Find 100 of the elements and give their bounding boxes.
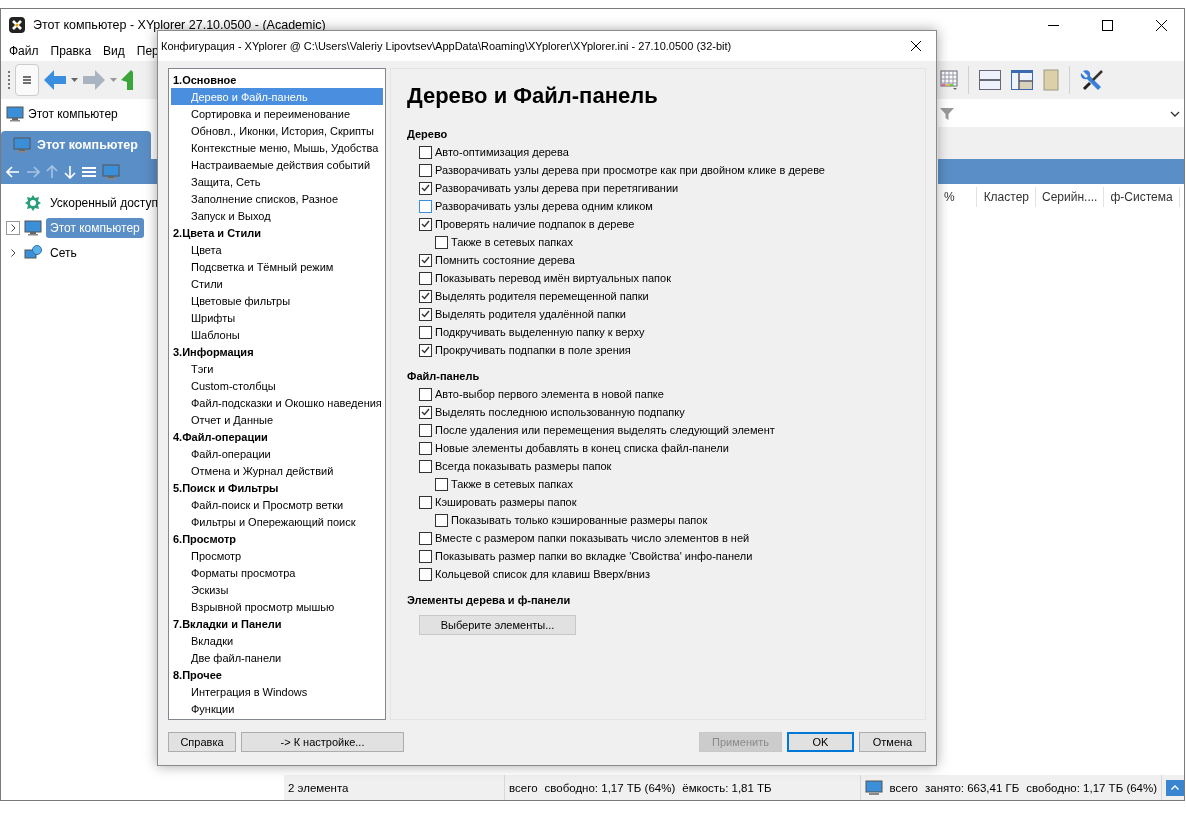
- checkbox-label: Всегда показывать размеры папок: [435, 460, 612, 472]
- app-logo-icon: [9, 17, 25, 33]
- category-heading[interactable]: 3.Информация: [171, 343, 383, 360]
- checkbox[interactable]: [419, 163, 432, 177]
- choose-elements-button[interactable]: Выберите элементы...: [419, 615, 576, 635]
- category-item[interactable]: Custom-столбцы: [171, 377, 383, 394]
- checkbox[interactable]: [419, 495, 432, 509]
- column-header[interactable]: ф-Система: [1104, 187, 1180, 207]
- category-item[interactable]: Вкладки: [171, 632, 383, 649]
- panel-layout-icon[interactable]: [1011, 70, 1033, 90]
- menu-item[interactable]: Файл: [3, 44, 45, 58]
- up-arrow-icon[interactable]: [121, 70, 133, 90]
- category-item[interactable]: Взрывной просмотр мышью: [171, 598, 383, 615]
- back-icon[interactable]: [6, 165, 20, 178]
- menu-item[interactable]: Правка: [44, 44, 98, 58]
- category-item[interactable]: Файл-операции: [171, 445, 383, 462]
- chevron-right-icon: [10, 248, 16, 257]
- category-heading[interactable]: 8.Прочее: [171, 666, 383, 683]
- checkbox[interactable]: [419, 567, 432, 581]
- checkbox[interactable]: [419, 253, 432, 267]
- monitor-icon: [6, 106, 24, 122]
- category-item[interactable]: Отмена и Журнал действий: [171, 462, 383, 479]
- category-heading[interactable]: 1.Основное: [171, 71, 383, 88]
- column-header[interactable]: Кластер: [977, 187, 1036, 207]
- checkbox-label: Выделять последнюю использованную подпапку: [435, 406, 685, 418]
- category-item[interactable]: Функции: [171, 700, 383, 717]
- checkbox[interactable]: [419, 181, 432, 195]
- dialog-button[interactable]: OK: [787, 732, 854, 752]
- category-item[interactable]: Отчет и Данные: [171, 411, 383, 428]
- category-heading[interactable]: 4.Файл-операции: [171, 428, 383, 445]
- checkbox[interactable]: [419, 531, 432, 545]
- dialog-button[interactable]: -> К настройке...: [241, 732, 404, 752]
- checkbox[interactable]: [419, 459, 432, 473]
- dialog-button[interactable]: Отмена: [859, 732, 926, 752]
- list-icon[interactable]: [82, 165, 96, 178]
- category-item[interactable]: Защита, Сеть: [171, 173, 383, 190]
- category-item[interactable]: Сортировка и переименование: [171, 105, 383, 122]
- category-heading[interactable]: 6.Просмотр: [171, 530, 383, 547]
- checkbox[interactable]: [419, 441, 432, 455]
- status-text: ёмкость: 1,81 ТБ: [682, 781, 772, 794]
- down-icon[interactable]: [64, 164, 76, 179]
- category-item[interactable]: Обновл., Иконки, История, Скрипты: [171, 122, 383, 139]
- checkbox[interactable]: [419, 145, 432, 159]
- checkbox[interactable]: [419, 325, 432, 339]
- tree-item[interactable]: Сеть: [46, 242, 81, 263]
- tools-icon[interactable]: [1080, 69, 1104, 91]
- checkbox[interactable]: [435, 235, 448, 249]
- checkbox[interactable]: [419, 549, 432, 563]
- checkbox[interactable]: [419, 199, 432, 213]
- category-heading[interactable]: 2.Цвета и Стили: [171, 224, 383, 241]
- grid-view-icon[interactable]: [940, 70, 958, 90]
- checkbox[interactable]: [419, 307, 432, 321]
- checkbox-label: Также в сетевых папках: [451, 478, 573, 490]
- caret-icon[interactable]: [71, 78, 78, 82]
- checkbox[interactable]: [419, 271, 432, 285]
- category-item[interactable]: Цветовые фильтры: [171, 292, 383, 309]
- menu-item[interactable]: Вид: [97, 44, 131, 58]
- category-item[interactable]: Форматы просмотра: [171, 564, 383, 581]
- checkbox[interactable]: [435, 477, 448, 491]
- category-item[interactable]: Эскизы: [171, 581, 383, 598]
- checkbox[interactable]: [419, 289, 432, 303]
- category-item[interactable]: Шаблоны: [171, 326, 383, 343]
- category-item[interactable]: Просмотр: [171, 547, 383, 564]
- category-item[interactable]: Интеграция в Windows: [171, 683, 383, 700]
- checkbox[interactable]: [435, 513, 448, 527]
- category-item[interactable]: Фильтры и Опережающий поиск: [171, 513, 383, 530]
- menu-button[interactable]: [15, 64, 39, 96]
- category-item[interactable]: Файл-подсказки и Окошко наведения: [171, 394, 383, 411]
- category-item[interactable]: Тэги: [171, 360, 383, 377]
- filter-icon[interactable]: [940, 107, 954, 121]
- address-text[interactable]: Этот компьютер: [28, 107, 118, 121]
- category-item[interactable]: Шрифты: [171, 309, 383, 326]
- category-heading[interactable]: 5.Поиск и Фильтры: [171, 479, 383, 496]
- checkbox-label: Кэшировать размеры папок: [435, 496, 577, 508]
- back-arrow-icon[interactable]: [43, 69, 67, 91]
- category-item[interactable]: Две файл-панели: [171, 649, 383, 666]
- column-header[interactable]: Серийн....: [1036, 187, 1105, 207]
- checkbox[interactable]: [419, 387, 432, 401]
- checkbox[interactable]: [419, 423, 432, 437]
- category-item[interactable]: Настраиваемые действия событий: [171, 156, 383, 173]
- monitor-icon: [13, 137, 31, 153]
- horizontal-split-icon[interactable]: [979, 70, 1001, 90]
- expand-toggle[interactable]: [6, 220, 20, 235]
- category-item[interactable]: Запуск и Выход: [171, 207, 383, 224]
- category-item[interactable]: Контекстные меню, Мышь, Удобства: [171, 139, 383, 156]
- category-item[interactable]: Цвета: [171, 241, 383, 258]
- category-item[interactable]: Подсветка и Тёмный режим: [171, 258, 383, 275]
- category-item[interactable]: Файл-поиск и Просмотр ветки: [171, 496, 383, 513]
- category-item[interactable]: Заполнение списков, Разное: [171, 190, 383, 207]
- expand-up-button[interactable]: [1166, 779, 1184, 796]
- checkbox[interactable]: [419, 343, 432, 357]
- dialog-button[interactable]: Справка: [168, 732, 236, 752]
- category-item[interactable]: Стили: [171, 275, 383, 292]
- monitor-icon: [24, 219, 42, 236]
- chevron-down-icon[interactable]: [1170, 111, 1180, 117]
- close-icon: [1155, 19, 1167, 31]
- checkbox[interactable]: [419, 217, 432, 231]
- checkbox[interactable]: [419, 405, 432, 419]
- category-heading[interactable]: 7.Вкладки и Панели: [171, 615, 383, 632]
- column-header[interactable]: %: [938, 187, 977, 207]
